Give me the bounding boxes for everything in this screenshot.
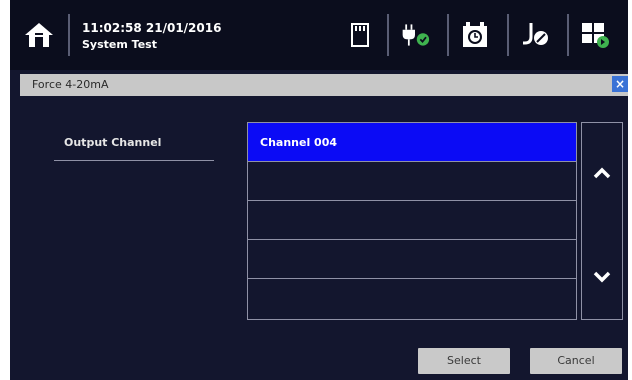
home-button[interactable] xyxy=(22,18,56,52)
screen-button[interactable] xyxy=(580,20,610,50)
separator xyxy=(507,14,509,56)
separator xyxy=(567,14,569,56)
list-item[interactable] xyxy=(248,279,576,318)
scroll-up-button[interactable] xyxy=(582,153,622,193)
list-item[interactable]: Channel 004 xyxy=(248,123,576,162)
cancel-button[interactable]: Cancel xyxy=(530,348,622,374)
close-icon: × xyxy=(614,77,626,91)
select-button[interactable]: Select xyxy=(418,348,510,374)
list-item[interactable] xyxy=(248,240,576,279)
power-button[interactable] xyxy=(400,20,430,50)
dialog-title: Force 4-20mA xyxy=(32,78,109,91)
sd-card-icon xyxy=(351,23,369,47)
home-icon xyxy=(25,23,53,47)
calibration-icon xyxy=(523,23,548,45)
chevron-down-icon xyxy=(593,271,611,283)
separator xyxy=(447,14,449,56)
device-screen: 11:02:58 21/01/2016 System Test Force 4-… xyxy=(10,0,628,380)
screen-icon xyxy=(582,23,609,48)
sd-card-button[interactable] xyxy=(345,20,375,50)
label-underline xyxy=(54,160,214,161)
list-item[interactable] xyxy=(248,201,576,240)
chevron-up-icon xyxy=(593,167,611,179)
alarm-button[interactable] xyxy=(460,20,490,50)
calibration-button[interactable] xyxy=(520,20,550,50)
output-channel-label: Output Channel xyxy=(64,136,162,149)
status-bar: 11:02:58 21/01/2016 System Test xyxy=(10,0,628,70)
close-button[interactable]: × xyxy=(612,76,628,92)
screen-subtitle: System Test xyxy=(82,38,157,51)
channel-list[interactable]: Channel 004 xyxy=(247,122,577,320)
dialog-title-bar: Force 4-20mA × xyxy=(20,74,628,96)
clock-time: 11:02:58 xyxy=(82,21,142,35)
alarm-clock-icon xyxy=(463,22,487,47)
clock-date: 21/01/2016 xyxy=(145,21,222,35)
datetime: 11:02:58 21/01/2016 System Test xyxy=(82,20,221,53)
power-plug-icon xyxy=(402,24,430,46)
list-scroller xyxy=(581,122,623,320)
separator xyxy=(68,14,70,56)
list-item[interactable] xyxy=(248,162,576,201)
scroll-down-button[interactable] xyxy=(582,257,622,297)
separator xyxy=(387,14,389,56)
